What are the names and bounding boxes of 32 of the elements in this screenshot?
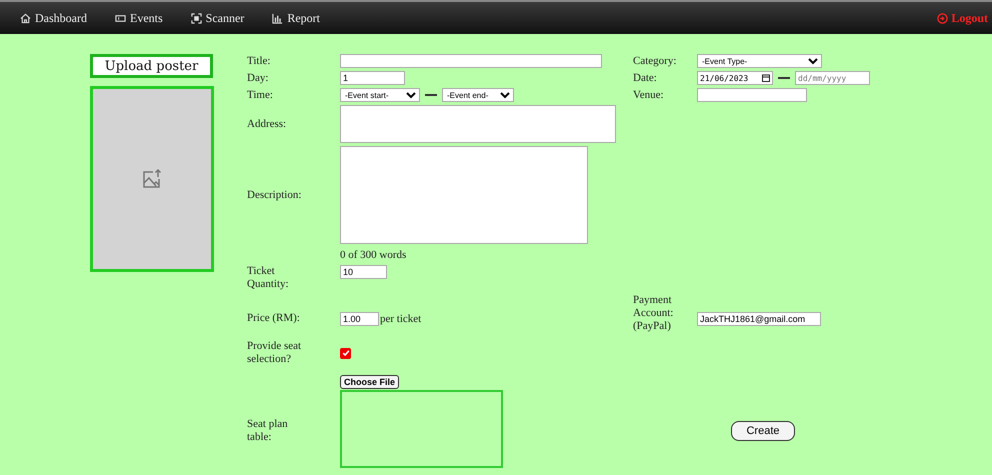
field-label: Day: [247, 72, 270, 84]
payment-account-field[interactable]: JackTHJ1861@gmail.com [697, 312, 821, 326]
nav-link[interactable]: Scanner [190, 10, 244, 26]
nav-link[interactable]: Events [114, 10, 163, 26]
nav-link[interactable]: Report [272, 10, 320, 26]
field-label: Seat plan table: [247, 418, 289, 444]
price-unit: per ticket [380, 312, 422, 324]
field-label: Title: [247, 54, 272, 68]
create-button[interactable]: Create [731, 420, 795, 440]
field-label: Provide seat selection? [247, 340, 302, 366]
start-date-field[interactable]: 21/06/2023 [697, 71, 773, 85]
field-label: Category: [633, 54, 678, 68]
end-time-select[interactable]: -Event end- [442, 88, 514, 102]
field-label: Date: [633, 72, 658, 84]
category-select[interactable]: -Event Type- [697, 54, 822, 68]
field-label: Description: [247, 188, 302, 202]
field-label: Price (RM): [247, 312, 301, 325]
end-date-field[interactable]: dd/mm/yyyy [795, 71, 870, 85]
ticket-quantity-field[interactable]: 10 [340, 265, 387, 279]
field-label: Time: [247, 88, 274, 102]
field-label: Venue: [633, 88, 665, 102]
price-field[interactable]: 1.00 [340, 312, 379, 326]
logout-link[interactable]: Logout [937, 10, 988, 26]
word-counter: 0 of 300 words [340, 249, 408, 262]
nav-link[interactable]: Dashboard [20, 10, 87, 26]
day-field[interactable]: 1 [340, 71, 405, 85]
upload-poster-button[interactable]: Upload poster [90, 54, 213, 78]
field-label: Ticket Quantity: [247, 265, 290, 291]
choose-file-button[interactable]: Choose File [340, 375, 400, 389]
start-time-select[interactable]: -Event start- [340, 88, 420, 102]
field-label: Address: [247, 118, 288, 130]
field-label: Payment Account: (PayPal) [633, 294, 674, 333]
